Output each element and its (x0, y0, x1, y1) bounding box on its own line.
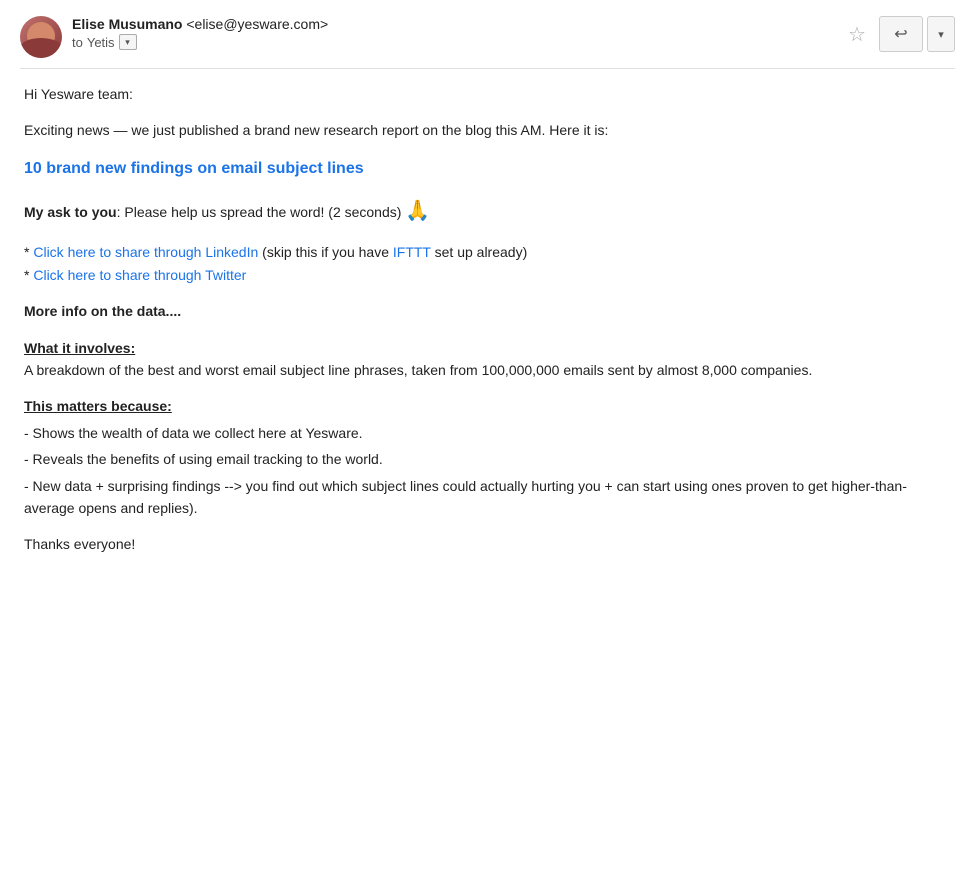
matters-bullet3: - New data + surprising findings --> you… (24, 475, 951, 520)
intro-text: Exciting news — we just published a bran… (24, 119, 951, 141)
to-line: to Yetis ▾ (72, 34, 328, 50)
ask-rest-text: : Please help us spread the word! (2 sec… (117, 204, 402, 220)
prayer-emoji: 🙏 (405, 200, 430, 222)
reply-icon: ↩ (894, 24, 907, 44)
chevron-down-icon: ▾ (938, 28, 944, 41)
linkedin-paragraph: * Click here to share through LinkedIn (… (24, 241, 951, 286)
to-recipient: Yetis (87, 35, 115, 50)
more-info-heading: More info on the data.... (24, 300, 951, 322)
header-actions: ☆ ↩ ▾ (839, 16, 955, 52)
twitter-link[interactable]: Click here to share through Twitter (33, 267, 246, 283)
greeting: Hi Yesware team: (24, 83, 951, 105)
matters-section: This matters because: - Shows the wealth… (24, 395, 951, 519)
ifttt-link[interactable]: IFTTT (393, 244, 431, 260)
reply-button[interactable]: ↩ (879, 16, 923, 52)
linkedin-text-after-ifttt: set up already) (431, 244, 528, 260)
more-actions-button[interactable]: ▾ (927, 16, 955, 52)
what-involves-heading: What it involves: (24, 340, 135, 356)
main-link[interactable]: 10 brand new findings on email subject l… (24, 160, 364, 177)
email-header: Elise Musumano <elise@yesware.com> to Ye… (20, 16, 955, 69)
matters-bullet1: - Shows the wealth of data we collect he… (24, 422, 951, 444)
recipient-dropdown-button[interactable]: ▾ (119, 34, 137, 50)
closing-text: Thanks everyone! (24, 533, 951, 555)
matters-bullet2: - Reveals the benefits of using email tr… (24, 448, 951, 470)
email-container: Elise Musumano <elise@yesware.com> to Ye… (0, 0, 975, 586)
avatar (20, 16, 62, 58)
matters-heading: This matters because: (24, 398, 172, 414)
linkedin-text-before-ifttt: (skip this if you have (258, 244, 393, 260)
what-involves-text: A breakdown of the best and worst email … (24, 362, 812, 378)
sender-info: Elise Musumano <elise@yesware.com> to Ye… (72, 16, 328, 50)
header-left: Elise Musumano <elise@yesware.com> to Ye… (20, 16, 328, 58)
star-button[interactable]: ☆ (839, 16, 875, 52)
ask-paragraph: My ask to you: Please help us spread the… (24, 195, 951, 227)
matters-heading-paragraph: This matters because: (24, 395, 951, 417)
to-label: to (72, 35, 83, 50)
linkedin-link[interactable]: Click here to share through LinkedIn (33, 244, 258, 260)
sender-name-email: Elise Musumano <elise@yesware.com> (72, 16, 328, 32)
sender-name: Elise Musumano (72, 16, 182, 32)
what-involves-paragraph: What it involves: A breakdown of the bes… (24, 337, 951, 382)
ask-bold-text: My ask to you (24, 204, 117, 220)
email-body: Hi Yesware team: Exciting news — we just… (20, 83, 955, 556)
sender-email: <elise@yesware.com> (186, 16, 328, 32)
avatar-body (20, 38, 62, 58)
